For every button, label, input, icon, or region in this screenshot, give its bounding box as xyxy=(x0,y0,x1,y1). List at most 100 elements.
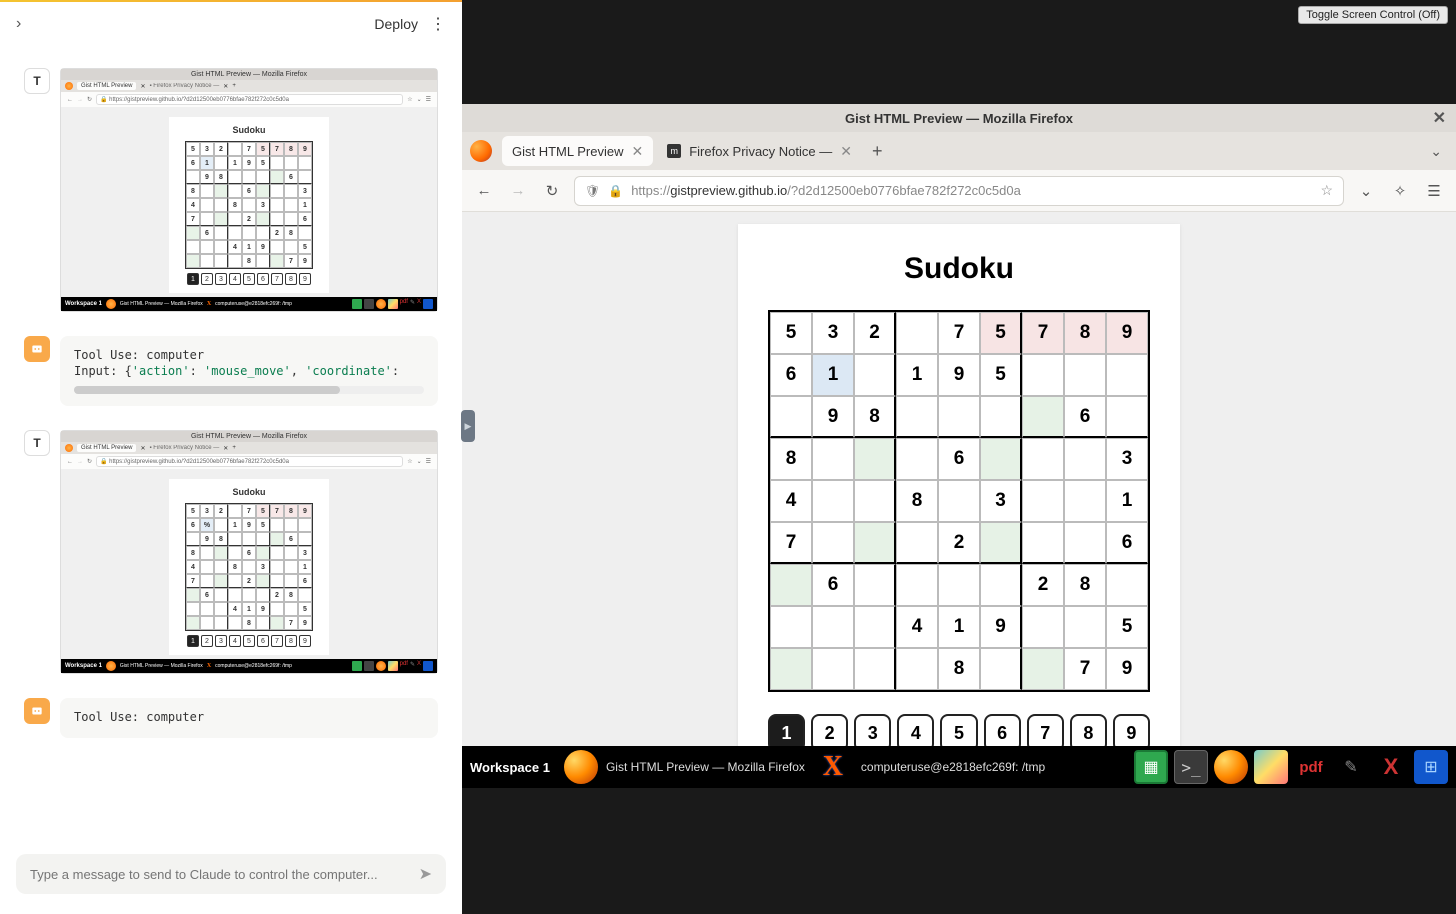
window-close-icon[interactable]: ✕ xyxy=(1433,108,1446,128)
screenshot-thumb[interactable]: Gist HTML Preview — Mozilla FirefoxGist … xyxy=(60,68,438,312)
sudoku-cell[interactable] xyxy=(812,522,854,564)
lock-icon[interactable]: 🔒 xyxy=(608,184,623,198)
sudoku-cell[interactable]: 5 xyxy=(770,312,812,354)
tab-gist-preview[interactable]: Gist HTML Preview ✕ xyxy=(502,136,653,166)
sudoku-cell[interactable]: 9 xyxy=(1106,648,1148,690)
sudoku-cell[interactable]: 3 xyxy=(812,312,854,354)
sudoku-cell[interactable] xyxy=(1064,522,1106,564)
sudoku-cell[interactable]: 6 xyxy=(812,564,854,606)
sudoku-cell[interactable] xyxy=(1022,648,1064,690)
tab-privacy-notice[interactable]: m Firefox Privacy Notice — ✕ xyxy=(657,136,862,166)
sudoku-cell[interactable] xyxy=(1064,438,1106,480)
sudoku-cell[interactable] xyxy=(1106,354,1148,396)
terminal-icon[interactable]: >_ xyxy=(1174,750,1208,784)
sudoku-cell[interactable]: 6 xyxy=(938,438,980,480)
sudoku-cell[interactable]: 9 xyxy=(980,606,1022,648)
close-x-icon[interactable]: X xyxy=(1374,750,1408,784)
sudoku-cell[interactable] xyxy=(854,564,896,606)
expand-icon[interactable]: › xyxy=(16,15,21,33)
sudoku-cell[interactable]: 5 xyxy=(980,354,1022,396)
sudoku-cell[interactable]: 3 xyxy=(1106,438,1148,480)
sudoku-cell[interactable]: 1 xyxy=(938,606,980,648)
chat-scroll[interactable]: T Gist HTML Preview — Mozilla FirefoxGis… xyxy=(0,48,462,842)
more-menu-button[interactable]: ⋮ xyxy=(430,14,446,34)
sudoku-cell[interactable] xyxy=(896,438,938,480)
menu-icon[interactable]: ☰ xyxy=(1422,182,1446,200)
tab-close-icon[interactable]: ✕ xyxy=(631,143,643,160)
sudoku-cell[interactable] xyxy=(1022,396,1064,438)
firefox-taskbar-icon[interactable] xyxy=(564,750,598,784)
panel-resize-handle[interactable]: ▶ xyxy=(461,410,475,442)
sudoku-cell[interactable] xyxy=(896,648,938,690)
tab-list-button[interactable]: ⌄ xyxy=(1424,143,1448,160)
message-field[interactable] xyxy=(30,867,419,882)
new-tab-button[interactable]: + xyxy=(866,141,889,162)
sudoku-cell[interactable] xyxy=(1064,354,1106,396)
page-content[interactable]: Sudoku 532757896119598686348317266284195… xyxy=(462,212,1456,788)
sudoku-cell[interactable] xyxy=(980,522,1022,564)
sudoku-cell[interactable]: 8 xyxy=(1064,312,1106,354)
sudoku-cell[interactable]: 3 xyxy=(980,480,1022,522)
sudoku-cell[interactable] xyxy=(1022,354,1064,396)
pocket-icon[interactable]: ⌄ xyxy=(1354,182,1378,200)
sudoku-cell[interactable] xyxy=(896,312,938,354)
url-field[interactable]: 🛡 🔒 https://gistpreview.github.io/?d2d12… xyxy=(574,176,1344,206)
deploy-button[interactable]: Deploy xyxy=(374,16,418,32)
toggle-screen-control[interactable]: Toggle Screen Control (Off) xyxy=(1298,6,1448,24)
sudoku-cell[interactable] xyxy=(1022,480,1064,522)
taskbar-app-title[interactable]: Gist HTML Preview — Mozilla Firefox xyxy=(606,760,805,774)
sudoku-cell[interactable] xyxy=(770,648,812,690)
workspace-label[interactable]: Workspace 1 xyxy=(470,760,550,775)
horizontal-scrollbar[interactable] xyxy=(74,386,424,394)
sudoku-cell[interactable]: 2 xyxy=(938,522,980,564)
taskbar-terminal-title[interactable]: computeruse@e2818efc269f: /tmp xyxy=(861,760,1045,774)
sudoku-cell[interactable] xyxy=(896,564,938,606)
sudoku-cell[interactable] xyxy=(770,606,812,648)
sudoku-cell[interactable]: 9 xyxy=(812,396,854,438)
sudoku-cell[interactable]: 1 xyxy=(1106,480,1148,522)
sudoku-cell[interactable] xyxy=(1064,480,1106,522)
sudoku-cell[interactable]: 6 xyxy=(770,354,812,396)
sudoku-cell[interactable] xyxy=(1106,564,1148,606)
sudoku-cell[interactable] xyxy=(1064,606,1106,648)
sudoku-cell[interactable]: 4 xyxy=(896,606,938,648)
sudoku-cell[interactable] xyxy=(812,606,854,648)
sudoku-cell[interactable]: 9 xyxy=(938,354,980,396)
tab-close-icon[interactable]: ✕ xyxy=(840,143,852,160)
sudoku-cell[interactable] xyxy=(854,648,896,690)
sudoku-cell[interactable] xyxy=(1022,522,1064,564)
sudoku-cell[interactable]: 2 xyxy=(854,312,896,354)
sudoku-cell[interactable]: 1 xyxy=(896,354,938,396)
sudoku-cell[interactable] xyxy=(1022,606,1064,648)
image-viewer-icon[interactable] xyxy=(1254,750,1288,784)
sudoku-cell[interactable]: 7 xyxy=(1064,648,1106,690)
sudoku-cell[interactable]: 8 xyxy=(770,438,812,480)
sudoku-cell[interactable]: 8 xyxy=(854,396,896,438)
send-button[interactable]: ➤ xyxy=(419,864,432,884)
sudoku-cell[interactable] xyxy=(812,438,854,480)
screenshot-thumb[interactable]: Gist HTML Preview — Mozilla FirefoxGist … xyxy=(60,430,438,674)
shield-icon[interactable]: 🛡 xyxy=(585,184,600,198)
sudoku-cell[interactable] xyxy=(896,522,938,564)
sudoku-cell[interactable]: 1 xyxy=(812,354,854,396)
sudoku-cell[interactable]: 8 xyxy=(896,480,938,522)
sudoku-cell[interactable] xyxy=(1022,438,1064,480)
chat-input[interactable]: ➤ xyxy=(16,854,446,894)
forward-button[interactable]: → xyxy=(506,182,530,199)
sudoku-cell[interactable] xyxy=(980,648,1022,690)
sudoku-cell[interactable]: 4 xyxy=(770,480,812,522)
sudoku-cell[interactable]: 5 xyxy=(980,312,1022,354)
sudoku-cell[interactable] xyxy=(1106,396,1148,438)
spreadsheet-icon[interactable]: ▦ xyxy=(1134,750,1168,784)
sudoku-cell[interactable]: 5 xyxy=(1106,606,1148,648)
sudoku-cell[interactable] xyxy=(896,396,938,438)
back-button[interactable]: ← xyxy=(472,182,496,199)
sudoku-cell[interactable] xyxy=(938,396,980,438)
sudoku-cell[interactable] xyxy=(854,354,896,396)
sudoku-cell[interactable] xyxy=(854,480,896,522)
extensions-icon[interactable]: ✧ xyxy=(1388,182,1412,200)
sudoku-cell[interactable] xyxy=(812,648,854,690)
sudoku-cell[interactable]: 2 xyxy=(1022,564,1064,606)
reload-button[interactable]: ↻ xyxy=(540,182,564,200)
sudoku-cell[interactable]: 7 xyxy=(770,522,812,564)
